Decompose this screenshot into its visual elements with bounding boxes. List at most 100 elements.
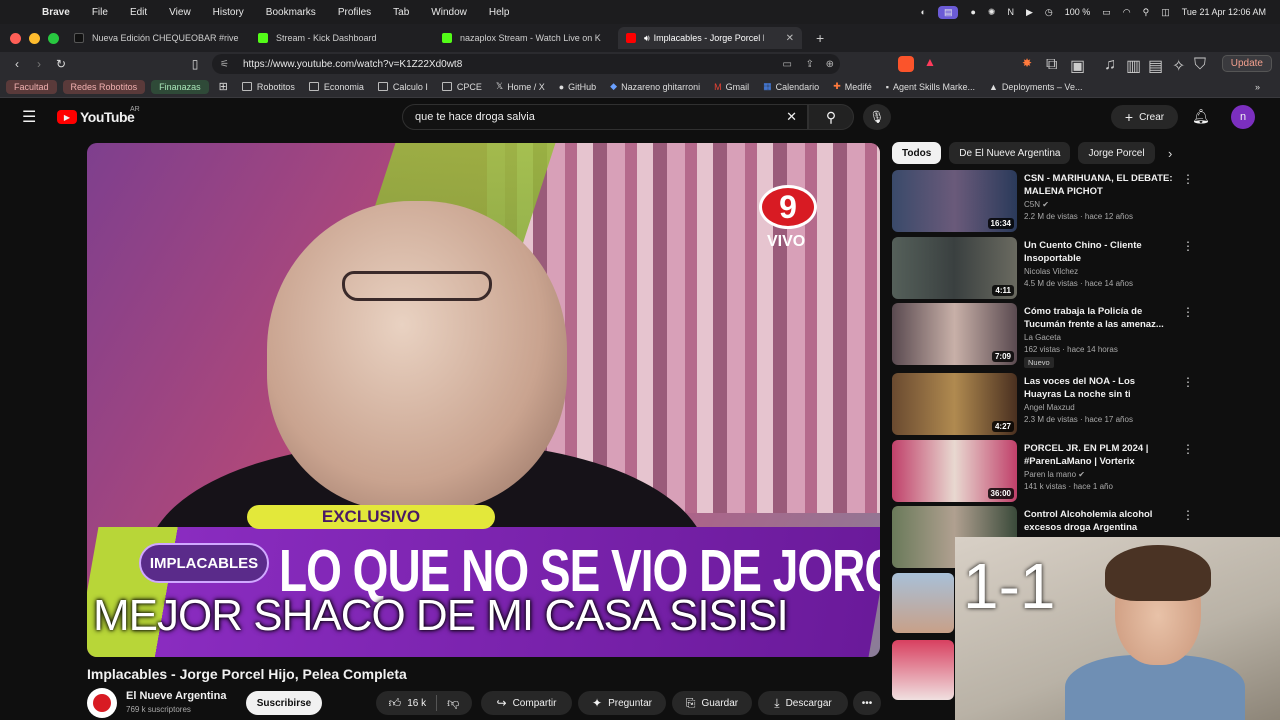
- youtube-logo-text[interactable]: YouTube: [80, 109, 135, 125]
- wifi-icon[interactable]: ◠: [1123, 7, 1131, 18]
- tab-youtube-active[interactable]: 🔊︎ Implacables - Jorge Porcel Hijo ✕: [618, 27, 802, 49]
- bookmark-economia[interactable]: Economia: [308, 82, 364, 92]
- close-window-button[interactable]: [10, 32, 21, 44]
- music-icon[interactable]: ♫: [1104, 56, 1116, 74]
- youtube-logo-icon[interactable]: ▶: [57, 110, 77, 124]
- search-input[interactable]: que te hace droga salvia ✕: [402, 104, 808, 130]
- more-options-icon[interactable]: ⋮: [1182, 172, 1194, 186]
- recommendation-item[interactable]: 4:27 Las voces del NOA - Los Huayras La …: [892, 373, 1194, 435]
- dislike-button[interactable]: 👎︎: [447, 696, 459, 711]
- recommendation-thumbnail-partial[interactable]: [892, 640, 954, 700]
- more-options-icon[interactable]: ⋮: [1182, 442, 1194, 456]
- search-icon[interactable]: ⚲: [1143, 7, 1150, 18]
- menu-edit[interactable]: Edit: [130, 7, 147, 18]
- clear-search-icon[interactable]: ✕: [786, 109, 797, 125]
- minimize-window-button[interactable]: [29, 32, 40, 44]
- battery-icon[interactable]: ▭: [1102, 7, 1111, 18]
- tab-chequeobar[interactable]: Nueva Edición CHEQUEOBAR #rive: [66, 27, 250, 49]
- more-options-icon[interactable]: ⋮: [1182, 305, 1194, 319]
- recommendation-title[interactable]: Cómo trabaja la Policía de Tucumán frent…: [1024, 305, 1174, 331]
- recommendation-channel[interactable]: Paren la mano ✔︎: [1024, 470, 1085, 479]
- forward-button[interactable]: ›: [28, 57, 50, 71]
- notifications-bell-icon[interactable]: 🔔︎: [1192, 108, 1210, 125]
- more-actions-button[interactable]: •••: [853, 691, 881, 715]
- bookmark-medife[interactable]: ✚ Medifé: [833, 81, 872, 92]
- more-options-icon[interactable]: ⋮: [1182, 375, 1194, 389]
- update-button[interactable]: Update: [1221, 55, 1272, 72]
- recommendation-channel[interactable]: La Gaceta: [1024, 333, 1061, 342]
- new-tab-button[interactable]: +: [816, 30, 824, 46]
- bookmark-deployments[interactable]: ▲ Deployments – Ve...: [989, 82, 1082, 92]
- bookmark-agent-skills[interactable]: ▪ Agent Skills Marke...: [886, 82, 975, 92]
- more-bookmarks-icon[interactable]: »: [1255, 82, 1260, 92]
- bookmark-chip-facultad[interactable]: Facultad: [6, 79, 57, 94]
- chip-el-nueve[interactable]: De El Nueve Argentina: [949, 142, 1071, 164]
- recommendation-title[interactable]: CSN - MARIHUANA, EL DEBATE: MALENA PICHO…: [1024, 172, 1174, 198]
- bookmark-calendario[interactable]: ▦ Calendario: [763, 81, 819, 92]
- video-thumbnail[interactable]: 36:00: [892, 440, 1017, 502]
- recommendation-item[interactable]: 4:11 Un Cuento Chino - Cliente Insoporta…: [892, 237, 1194, 299]
- recommendation-channel[interactable]: Nicolas Vilchez: [1024, 267, 1078, 276]
- hamburger-menu-icon[interactable]: ☰: [22, 107, 36, 127]
- recommendation-item[interactable]: 16:34 CSN - MARIHUANA, EL DEBATE: MALENA…: [892, 170, 1194, 232]
- screenshot-icon[interactable]: ▣: [1070, 56, 1085, 76]
- video-thumbnail[interactable]: 4:11: [892, 237, 1017, 299]
- site-settings-icon[interactable]: ⚟: [220, 59, 229, 70]
- screen-mirror-icon[interactable]: ◐: [921, 7, 926, 17]
- recommendation-title[interactable]: PORCEL JR. EN PLM 2024 | #ParenLaMano | …: [1024, 442, 1174, 468]
- recommendation-item[interactable]: 36:00 PORCEL JR. EN PLM 2024 | #ParenLaM…: [892, 440, 1194, 502]
- menu-view[interactable]: View: [169, 7, 191, 18]
- clock-icon[interactable]: ◷: [1045, 7, 1053, 18]
- menu-file[interactable]: File: [92, 7, 108, 18]
- share-button[interactable]: ↪ Compartir: [481, 691, 572, 715]
- play-icon[interactable]: ▶: [1026, 7, 1033, 18]
- reload-button[interactable]: ↻: [50, 57, 72, 71]
- recommendation-channel[interactable]: C5N ✔︎: [1024, 200, 1049, 209]
- bookmark-calculo[interactable]: Calculo I: [377, 82, 428, 92]
- recommendation-title[interactable]: Un Cuento Chino - Cliente Insoportable: [1024, 239, 1174, 265]
- save-button[interactable]: ⎘ Guardar: [672, 691, 752, 715]
- bookmark-gmail[interactable]: M Gmail: [714, 82, 749, 92]
- menu-profiles[interactable]: Profiles: [338, 7, 371, 18]
- subscribe-button[interactable]: Suscribirse: [246, 691, 322, 715]
- brave-shields-icon[interactable]: [898, 56, 914, 72]
- cast-icon[interactable]: ▭: [783, 59, 792, 70]
- bookmark-robotitos[interactable]: Robotitos: [241, 82, 295, 92]
- video-thumbnail[interactable]: 7:09: [892, 303, 1017, 365]
- chip-todos[interactable]: Todos: [892, 142, 942, 164]
- chip-jorge-porcel[interactable]: Jorge Porcel: [1078, 142, 1155, 164]
- menu-tab[interactable]: Tab: [393, 7, 409, 18]
- video-thumbnail[interactable]: 4:27: [892, 373, 1017, 435]
- zoom-icon[interactable]: ⊕: [826, 59, 834, 70]
- menu-help[interactable]: Help: [489, 7, 510, 18]
- menu-history[interactable]: History: [213, 7, 244, 18]
- ai-icon[interactable]: ✧: [1172, 56, 1185, 76]
- brightness-icon[interactable]: ✺: [988, 7, 996, 18]
- wallet-icon[interactable]: ▤: [1148, 56, 1163, 76]
- active-app-icon[interactable]: ▤: [937, 5, 959, 19]
- extension-icon[interactable]: ⧉: [1046, 56, 1057, 74]
- menu-app-name[interactable]: Brave: [42, 7, 70, 18]
- vpn-icon[interactable]: ⛉: [1194, 56, 1206, 74]
- control-center-icon[interactable]: ◫: [1161, 7, 1170, 18]
- brave-rewards-icon[interactable]: ▲: [924, 55, 936, 69]
- chevron-right-icon[interactable]: ›: [1168, 146, 1172, 161]
- channel-avatar[interactable]: [87, 688, 117, 718]
- search-button[interactable]: ⚲: [808, 104, 854, 130]
- bookmark-github[interactable]: ● GitHub: [559, 82, 596, 92]
- bookmark-cpce[interactable]: CPCE: [441, 82, 482, 92]
- sidebar-icon[interactable]: ▥: [1126, 56, 1141, 76]
- notion-icon[interactable]: N: [1007, 7, 1014, 17]
- apps-grid-icon[interactable]: ⊞: [219, 80, 228, 93]
- account-avatar[interactable]: n: [1231, 105, 1255, 129]
- recommendation-item[interactable]: 7:09 Cómo trabaja la Policía de Tucumán …: [892, 303, 1194, 368]
- video-player[interactable]: 9 VIVO EXCLUSIVO IMPLACABLES LO QUE NO S…: [87, 143, 880, 657]
- video-thumbnail[interactable]: 16:34: [892, 170, 1017, 232]
- ask-button[interactable]: ✦ Preguntar: [578, 691, 666, 715]
- channel-name[interactable]: El Nueve Argentina: [126, 690, 226, 702]
- like-button[interactable]: 👍︎ 16 k: [389, 696, 426, 711]
- speaker-icon[interactable]: 🔊︎: [644, 33, 650, 44]
- record-icon[interactable]: ●: [970, 7, 975, 17]
- datetime[interactable]: Tue 21 Apr 12:06 AM: [1182, 7, 1266, 17]
- bookmark-x[interactable]: 𝕏 Home / X: [496, 81, 545, 92]
